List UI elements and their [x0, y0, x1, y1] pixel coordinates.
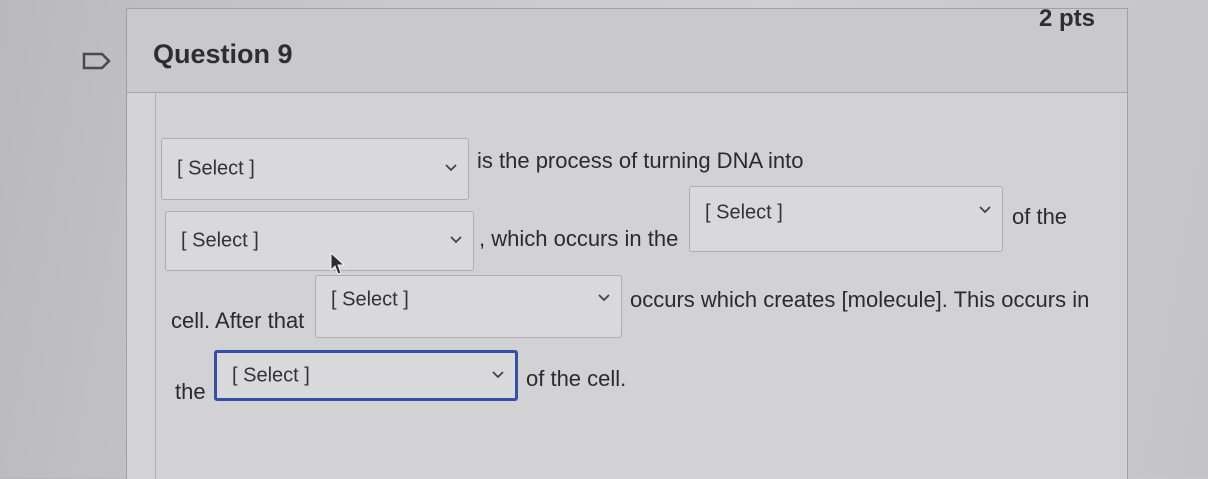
dropdown-3[interactable]: [ Select ]	[689, 186, 1003, 252]
sentence-text-7: of the cell.	[526, 366, 627, 391]
dropdown-2-value: [ Select ]	[181, 229, 259, 252]
dropdown-1[interactable]: [ Select ]	[161, 138, 469, 200]
sentence-text-5: occurs which creates [molecule]. This oc…	[630, 287, 1090, 312]
chevron-down-icon	[598, 294, 610, 302]
points-label: 2 pts	[1038, 5, 1095, 32]
sentence-text-1: is the process of turning DNA into	[477, 148, 804, 173]
dropdown-5[interactable]: [ Select ]	[214, 350, 518, 401]
question-title: Question 9	[153, 39, 293, 69]
chevron-down-icon	[445, 164, 457, 172]
sentence-text-2: , which occurs in the	[479, 226, 679, 251]
chevron-down-icon	[450, 236, 462, 244]
sentence-text-4: cell. After that	[171, 308, 305, 333]
dropdown-2[interactable]: [ Select ]	[165, 211, 474, 271]
dropdown-5-value: [ Select ]	[232, 364, 310, 386]
sentence-text-3: of the	[1012, 204, 1068, 229]
dropdown-4[interactable]: [ Select ]	[315, 275, 622, 338]
dropdown-3-value: [ Select ]	[705, 201, 783, 224]
chevron-down-icon	[492, 370, 504, 378]
chevron-down-icon	[979, 206, 991, 214]
dropdown-4-value: [ Select ]	[331, 288, 409, 311]
sentence-text-6: the	[175, 379, 206, 404]
dropdown-1-value: [ Select ]	[177, 157, 255, 180]
question-header: Question 9 2 pts	[127, 5, 1127, 93]
bookmark-flag-icon[interactable]	[82, 52, 112, 70]
mouse-pointer-icon	[330, 252, 346, 275]
